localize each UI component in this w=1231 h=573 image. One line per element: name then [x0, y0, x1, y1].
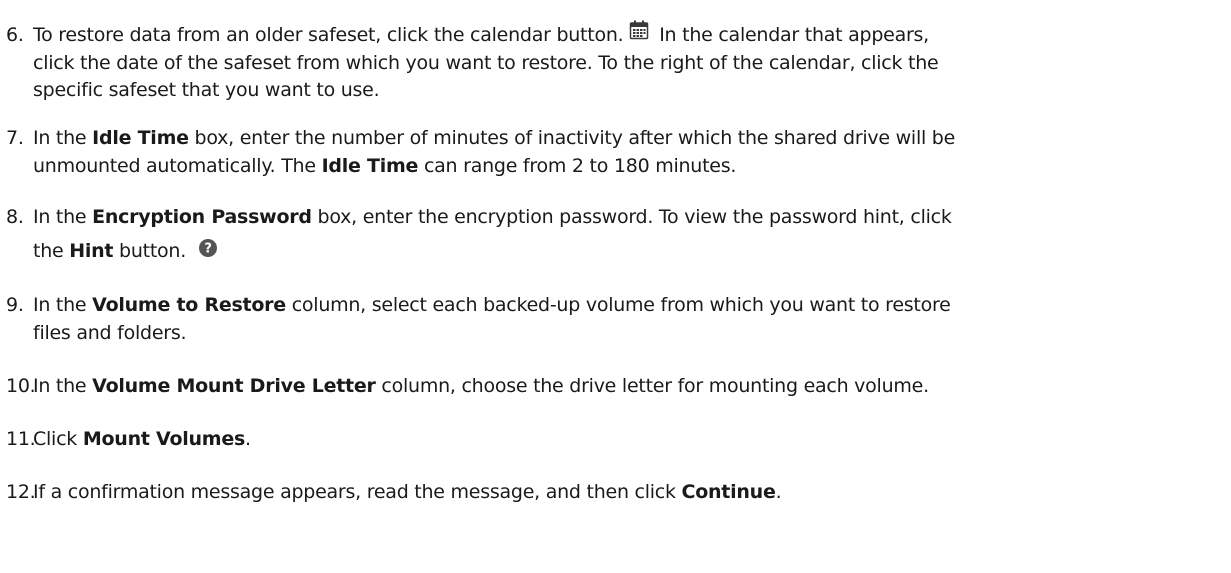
- step-text: In the Encryption Password box, enter th…: [33, 204, 952, 265]
- step-number: 11.: [6, 428, 36, 450]
- text-segment: In the calendar that appears,: [653, 24, 929, 46]
- text-segment: box, enter the number of minutes of inac…: [188, 127, 956, 149]
- step-text: In the Idle Time box, enter the number o…: [33, 125, 955, 180]
- ui-term: Continue: [681, 481, 776, 503]
- step-line: files and folders.: [33, 321, 187, 344]
- text-segment: .: [775, 481, 782, 503]
- text-segment: the: [33, 239, 70, 262]
- text-segment: To restore data from an older safeset, c…: [33, 24, 624, 46]
- step-text: In the Volume to Restore column, select …: [33, 292, 951, 347]
- ui-term: Encryption Password: [92, 206, 312, 228]
- text-segment: In the: [33, 294, 93, 316]
- svg-text:?: ?: [204, 242, 211, 257]
- text-segment: In the: [33, 127, 93, 149]
- step-line: In the Idle Time box, enter the number o…: [33, 125, 955, 153]
- ui-term: Hint: [69, 239, 114, 262]
- calendar-icon: [629, 20, 649, 40]
- text-segment: In the: [33, 206, 93, 228]
- step-line: In the Volume Mount Drive Letter column,…: [33, 373, 929, 401]
- instruction-document: 6. To restore data from an older safeset…: [0, 0, 1231, 573]
- step-line: the Hint button. ?: [33, 232, 952, 265]
- help-icon: ?: [198, 233, 218, 257]
- step-number: 8.: [6, 206, 24, 228]
- step-number: 7.: [6, 127, 24, 149]
- text-segment: box, enter the encryption password. To v…: [311, 206, 952, 228]
- ui-term: Mount Volumes: [82, 428, 246, 450]
- text-segment: .: [245, 428, 251, 450]
- ui-term: Volume Mount Drive Letter: [92, 375, 376, 397]
- step-text: In the Volume Mount Drive Letter column,…: [33, 373, 929, 401]
- step-text: Click Mount Volumes.: [33, 426, 251, 454]
- step-line: In the Volume to Restore column, select …: [33, 292, 951, 320]
- text-segment: If a confirmation message appears, read …: [33, 481, 682, 503]
- text-segment: In the: [33, 375, 93, 397]
- step-number: 9.: [6, 294, 24, 316]
- text-segment: unmounted automatically. The: [33, 154, 322, 177]
- ui-term: Volume to Restore: [92, 294, 286, 316]
- ui-term: Idle Time: [321, 154, 419, 177]
- text-segment: column, select each backed-up volume fro…: [285, 294, 951, 316]
- step-line: specific safeset that you want to use.: [33, 79, 380, 101]
- text-segment: can range from 2 to 180 minutes.: [418, 154, 737, 177]
- step-text: To restore data from an older safeset, c…: [33, 20, 939, 105]
- step-number: 12.: [6, 481, 36, 503]
- step-number: 10.: [6, 375, 36, 397]
- step-line: click the date of the safeset from which…: [33, 51, 939, 74]
- step-line: If a confirmation message appears, read …: [33, 479, 782, 507]
- text-segment: button.: [113, 239, 187, 262]
- step-text: If a confirmation message appears, read …: [33, 479, 782, 507]
- step-line: unmounted automatically. The Idle Time c…: [33, 153, 955, 181]
- step-number: 6.: [6, 24, 24, 46]
- text-segment: Click: [33, 428, 83, 450]
- step-line: In the Encryption Password box, enter th…: [33, 204, 952, 232]
- step-line: To restore data from an older safeset, c…: [33, 20, 938, 50]
- step-line: Click Mount Volumes.: [33, 426, 251, 454]
- ui-term: Idle Time: [92, 127, 189, 149]
- text-segment: column, choose the drive letter for moun…: [375, 375, 929, 397]
